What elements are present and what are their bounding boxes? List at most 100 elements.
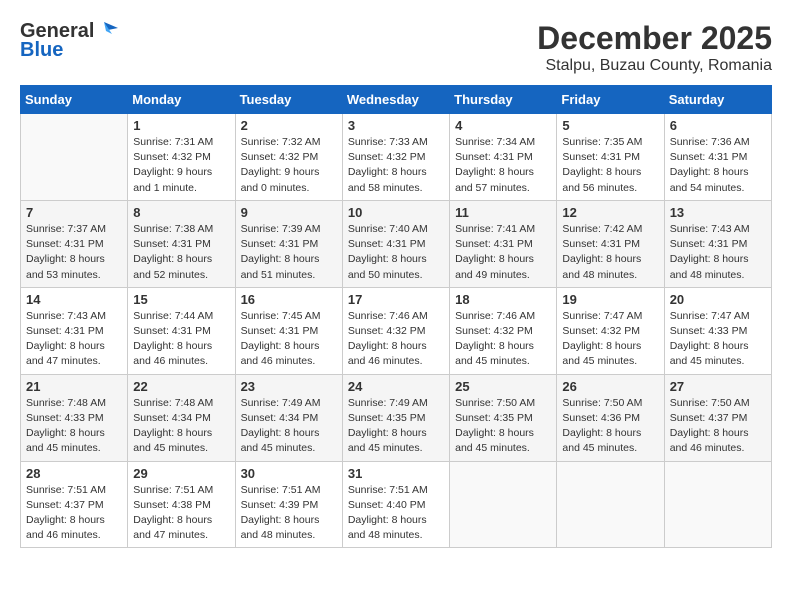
sunrise-text: Sunrise: 7:47 AM [562,309,658,324]
sunset-text: Sunset: 4:32 PM [562,324,658,339]
sunrise-text: Sunrise: 7:46 AM [348,309,444,324]
sunrise-text: Sunrise: 7:50 AM [455,396,551,411]
calendar-cell: 11Sunrise: 7:41 AMSunset: 4:31 PMDayligh… [450,200,557,287]
sunrise-text: Sunrise: 7:51 AM [26,483,122,498]
day-number: 8 [133,205,229,220]
calendar-cell: 1 Sunrise: 7:31 AMSunset: 4:32 PMDaylight… [128,114,235,201]
calendar-cell: 12Sunrise: 7:42 AMSunset: 4:31 PMDayligh… [557,200,664,287]
day-header-friday: Friday [557,86,664,114]
sunset-text: Sunset: 4:31 PM [26,324,122,339]
title-area: December 2025 Stalpu, Buzau County, Roma… [537,20,772,75]
daylight-hours-text: Daylight: 8 hours [133,513,229,528]
day-info: Sunrise: 7:44 AMSunset: 4:31 PMDaylight:… [133,309,229,370]
daylight-minutes-text: and 46 minutes. [26,528,122,543]
header: General Blue December 2025 Stalpu, Buzau… [20,20,772,75]
calendar-cell: 6Sunrise: 7:36 AMSunset: 4:31 PMDaylight… [664,114,771,201]
sunrise-text: Sunrise: 7:49 AM [348,396,444,411]
location-subtitle: Stalpu, Buzau County, Romania [537,57,772,75]
calendar-cell: 26 Sunrise: 7:50 AMSunset: 4:36 PMDayligh… [557,374,664,461]
day-number: 16 [241,292,337,307]
daylight-hours-text: Daylight: 8 hours [562,426,658,441]
daylight-minutes-text: and 0 minutes. [241,181,337,196]
daylight-hours-text: Daylight: 8 hours [670,426,766,441]
sunrise-text: Sunrise: 7:50 AM [562,396,658,411]
sunset-text: Sunset: 4:34 PM [133,411,229,426]
calendar-cell: 10Sunrise: 7:40 AMSunset: 4:31 PMDayligh… [342,200,449,287]
sunset-text: Sunset: 4:32 PM [241,150,337,165]
day-number: 13 [670,205,766,220]
sunrise-text: Sunrise: 7:36 AM [670,135,766,150]
sunrise-text: Sunrise: 7:46 AM [455,309,551,324]
daylight-hours-text: Daylight: 8 hours [133,252,229,267]
sunset-text: Sunset: 4:39 PM [241,498,337,513]
day-number: 12 [562,205,658,220]
logo-bird-icon [96,20,118,40]
sunset-text: Sunset: 4:37 PM [26,498,122,513]
sunrise-text: Sunrise: 7:33 AM [348,135,444,150]
daylight-hours-text: Daylight: 8 hours [26,513,122,528]
calendar-cell [664,461,771,548]
sunrise-text: Sunrise: 7:44 AM [133,309,229,324]
day-number: 26 [562,379,658,394]
sunrise-text: Sunrise: 7:51 AM [348,483,444,498]
sunset-text: Sunset: 4:35 PM [348,411,444,426]
day-number: 19 [562,292,658,307]
calendar-cell: 8Sunrise: 7:38 AMSunset: 4:31 PMDaylight… [128,200,235,287]
sunset-text: Sunset: 4:40 PM [348,498,444,513]
sunset-text: Sunset: 4:33 PM [670,324,766,339]
sunset-text: Sunset: 4:32 PM [348,150,444,165]
calendar-cell: 14Sunrise: 7:43 AMSunset: 4:31 PMDayligh… [21,287,128,374]
day-info: Sunrise: 7:34 AMSunset: 4:31 PMDaylight:… [455,135,551,196]
daylight-hours-text: Daylight: 9 hours [241,165,337,180]
day-number: 24 [348,379,444,394]
calendar-cell: 27Sunrise: 7:50 AMSunset: 4:37 PMDayligh… [664,374,771,461]
daylight-hours-text: Daylight: 8 hours [455,426,551,441]
calendar-table: SundayMondayTuesdayWednesdayThursdayFrid… [20,85,772,548]
daylight-hours-text: Daylight: 8 hours [26,426,122,441]
sunset-text: Sunset: 4:32 PM [133,150,229,165]
calendar-week-row: 21Sunrise: 7:48 AMSunset: 4:33 PMDayligh… [21,374,772,461]
daylight-minutes-text: and 46 minutes. [670,441,766,456]
daylight-hours-text: Daylight: 8 hours [670,252,766,267]
calendar-cell: 24 Sunrise: 7:49 AMSunset: 4:35 PMDayligh… [342,374,449,461]
daylight-minutes-text: and 48 minutes. [241,528,337,543]
calendar-cell: 19Sunrise: 7:47 AMSunset: 4:32 PMDayligh… [557,287,664,374]
daylight-hours-text: Daylight: 9 hours [133,165,229,180]
sunset-text: Sunset: 4:31 PM [348,237,444,252]
daylight-hours-text: Daylight: 8 hours [348,426,444,441]
day-number: 1 [133,118,229,133]
sunrise-text: Sunrise: 7:48 AM [26,396,122,411]
daylight-hours-text: Daylight: 8 hours [670,339,766,354]
day-info: Sunrise: 7:50 AMSunset: 4:37 PMDaylight:… [670,396,766,457]
sunset-text: Sunset: 4:31 PM [562,237,658,252]
daylight-minutes-text: and 58 minutes. [348,181,444,196]
daylight-minutes-text: and 47 minutes. [26,354,122,369]
daylight-hours-text: Daylight: 8 hours [348,252,444,267]
calendar-cell: 23Sunrise: 7:49 AMSunset: 4:34 PMDayligh… [235,374,342,461]
calendar-cell [557,461,664,548]
day-info: Sunrise: 7:51 AMSunset: 4:39 PMDaylight:… [241,483,337,544]
daylight-hours-text: Daylight: 8 hours [133,426,229,441]
daylight-minutes-text: and 45 minutes. [348,441,444,456]
day-info: Sunrise: 7:49 AMSunset: 4:35 PMDaylight:… [348,396,444,457]
day-header-monday: Monday [128,86,235,114]
sunset-text: Sunset: 4:31 PM [670,150,766,165]
day-info: Sunrise: 7:43 AMSunset: 4:31 PMDaylight:… [26,309,122,370]
days-header-row: SundayMondayTuesdayWednesdayThursdayFrid… [21,86,772,114]
day-info: Sunrise: 7:46 AMSunset: 4:32 PMDaylight:… [455,309,551,370]
sunset-text: Sunset: 4:31 PM [562,150,658,165]
calendar-cell: 13Sunrise: 7:43 AMSunset: 4:31 PMDayligh… [664,200,771,287]
daylight-minutes-text: and 47 minutes. [133,528,229,543]
day-number: 31 [348,466,444,481]
sunrise-text: Sunrise: 7:31 AM [133,135,229,150]
day-info: Sunrise: 7:48 AMSunset: 4:33 PMDaylight:… [26,396,122,457]
day-info: Sunrise: 7:47 AMSunset: 4:33 PMDaylight:… [670,309,766,370]
day-info: Sunrise: 7:50 AMSunset: 4:36 PMDaylight:… [562,396,658,457]
daylight-minutes-text: and 45 minutes. [455,441,551,456]
logo-blue-text: Blue [20,39,63,62]
daylight-minutes-text: and 46 minutes. [241,354,337,369]
day-header-tuesday: Tuesday [235,86,342,114]
daylight-hours-text: Daylight: 8 hours [241,513,337,528]
daylight-hours-text: Daylight: 8 hours [455,252,551,267]
sunrise-text: Sunrise: 7:34 AM [455,135,551,150]
